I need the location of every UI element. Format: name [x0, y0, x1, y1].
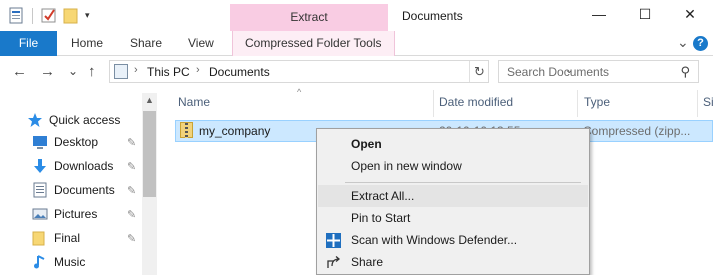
desktop-icon	[32, 134, 48, 150]
toolbar-divider	[32, 7, 33, 24]
refresh-icon[interactable]: ↻	[469, 61, 489, 82]
ribbon-tabs: File Home Share View Compressed Folder T…	[0, 31, 713, 56]
title-bar: ▾ Extract Documents — ☐ ✕	[0, 0, 713, 31]
quick-access-toolbar: ▾	[8, 7, 90, 24]
breadcrumb-documents[interactable]: Documents	[209, 65, 270, 79]
menu-item-share[interactable]: Share	[318, 251, 588, 273]
scrollbar-thumb[interactable]	[143, 111, 156, 197]
column-divider[interactable]	[433, 90, 434, 117]
menu-item-extract-all[interactable]: Extract All...	[318, 185, 588, 207]
minimize-button[interactable]: —	[576, 3, 622, 27]
pin-icon[interactable]: ✎	[127, 136, 136, 149]
menu-item-scan-container[interactable]: Scan with Windows Defender...	[317, 229, 589, 251]
maximize-button[interactable]: ☐	[622, 3, 668, 27]
zip-folder-icon	[180, 122, 193, 138]
sidebar-item-documents[interactable]: Documents	[32, 178, 115, 202]
search-icon[interactable]: ⚲	[680, 64, 690, 80]
pictures-icon	[32, 206, 48, 222]
help-icon[interactable]: ?	[693, 36, 708, 51]
close-button[interactable]: ✕	[667, 3, 713, 27]
column-divider[interactable]	[577, 90, 578, 117]
properties-icon[interactable]	[8, 7, 24, 24]
tab-home[interactable]: Home	[71, 31, 103, 56]
sidebar-item-music[interactable]: Music	[32, 250, 85, 274]
pin-icon[interactable]: ✎	[127, 160, 136, 173]
sort-ascending-icon: ^	[297, 87, 302, 97]
sidebar-item-label: Desktop	[54, 135, 99, 149]
sidebar-item-pictures[interactable]: Pictures	[32, 202, 97, 226]
sidebar-item-label: Quick access	[49, 113, 121, 127]
search-placeholder: Search Documents	[507, 65, 610, 79]
sidebar-item-downloads[interactable]: Downloads	[32, 154, 113, 178]
download-icon	[32, 158, 48, 174]
window-title: Documents	[402, 9, 463, 23]
context-menu: Open Open in new window Extract All... P…	[316, 128, 590, 275]
sidebar-item-label: Final	[54, 231, 81, 245]
file-type: Compressed (zipp...	[583, 124, 691, 138]
address-bar[interactable]: › This PC › Documents ⌄	[109, 60, 573, 83]
breadcrumb-separator[interactable]: ›	[134, 64, 138, 76]
checkmark-icon[interactable]	[41, 7, 57, 24]
menu-item-open[interactable]: Open	[318, 133, 588, 155]
forward-arrow-icon[interactable]: →	[40, 63, 55, 80]
tab-compressed-folder-tools[interactable]: Compressed Folder Tools	[232, 31, 395, 56]
tab-view[interactable]: View	[188, 31, 214, 56]
music-icon	[32, 254, 48, 270]
menu-item-scan-defender[interactable]: Scan with Windows Defender...	[318, 229, 588, 251]
file-tab[interactable]: File	[0, 31, 57, 56]
sidebar-item-label: Music	[54, 255, 86, 269]
extract-context-tab[interactable]: Extract	[230, 4, 388, 31]
sidebar-item-label: Pictures	[54, 207, 98, 221]
menu-item-pin-to-start[interactable]: Pin to Start	[318, 207, 588, 229]
sidebar-item-quick-access[interactable]: Quick access	[27, 108, 120, 132]
tab-share[interactable]: Share	[130, 31, 162, 56]
column-header-size[interactable]: Si	[703, 95, 713, 113]
file-name[interactable]: my_company	[199, 124, 270, 138]
column-header-name[interactable]: Name	[178, 95, 210, 113]
breadcrumb-separator[interactable]: ›	[196, 64, 200, 76]
column-divider[interactable]	[697, 90, 698, 117]
pin-icon[interactable]: ✎	[127, 184, 136, 197]
expand-ribbon-icon[interactable]: ⌄	[677, 34, 689, 51]
sidebar-item-desktop[interactable]: Desktop	[32, 130, 98, 154]
document-icon	[32, 182, 48, 198]
menu-item-share-container[interactable]: Share	[317, 251, 589, 273]
breadcrumb-this-pc[interactable]: This PC	[147, 65, 190, 79]
up-arrow-icon[interactable]: ↑	[88, 63, 96, 80]
scroll-up-icon[interactable]: ▲	[145, 95, 154, 105]
menu-item-open-new-window[interactable]: Open in new window	[318, 155, 588, 177]
back-arrow-icon[interactable]: ←	[12, 63, 27, 80]
pin-icon[interactable]: ✎	[127, 232, 136, 245]
sidebar-item-label: Downloads	[54, 159, 114, 173]
sidebar-item-label: Documents	[54, 183, 115, 197]
new-folder-icon[interactable]	[63, 7, 79, 24]
column-header-date-modified[interactable]: Date modified	[439, 95, 513, 113]
this-pc-icon	[114, 64, 128, 79]
customize-toolbar-icon[interactable]: ▾	[85, 10, 90, 21]
star-icon	[27, 112, 43, 128]
search-input[interactable]: Search Documents ⚲	[498, 60, 699, 83]
menu-divider	[345, 182, 581, 183]
column-header-type[interactable]: Type	[584, 95, 610, 113]
recent-locations-icon[interactable]: ⌄	[68, 64, 78, 78]
pin-icon[interactable]: ✎	[127, 208, 136, 221]
folder-icon	[32, 230, 48, 246]
sidebar-item-final[interactable]: Final	[32, 226, 80, 250]
